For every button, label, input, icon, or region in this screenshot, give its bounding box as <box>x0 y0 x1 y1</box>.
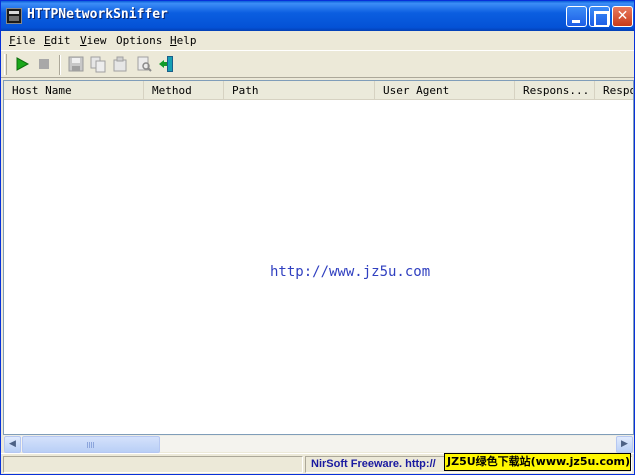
watermark-badge: JZ5U绿色下载站(www.jz5u.com) <box>444 453 631 471</box>
close-icon: ✕ <box>616 8 629 24</box>
title-bar[interactable]: HTTPNetworkSniffer ✕ <box>1 1 634 31</box>
menu-help[interactable]: Help <box>170 34 197 47</box>
scroll-thumb[interactable] <box>22 436 160 453</box>
maximize-button[interactable] <box>589 6 610 27</box>
menu-options[interactable]: Options <box>116 34 162 47</box>
column-path[interactable]: Path <box>224 81 375 99</box>
column-response-2[interactable]: Respon <box>595 81 633 99</box>
watermark-text: http://www.jz5u.com <box>270 264 431 280</box>
column-user-agent[interactable]: User Agent <box>375 81 515 99</box>
window-title: HTTPNetworkSniffer <box>27 7 168 22</box>
column-response[interactable]: Respons... <box>515 81 595 99</box>
app-icon[interactable] <box>6 8 22 24</box>
start-capture-icon[interactable] <box>13 55 31 73</box>
minimize-button[interactable] <box>566 6 587 27</box>
stop-capture-icon[interactable] <box>35 55 53 73</box>
menu-bar: File Edit View Options Help <box>1 31 634 50</box>
toolbar-grip[interactable] <box>4 54 7 75</box>
toolbar-separator <box>59 55 61 75</box>
horizontal-scrollbar[interactable]: ◀ ▶ <box>4 435 633 453</box>
close-button[interactable]: ✕ <box>612 6 633 27</box>
app-window: HTTPNetworkSniffer ✕ File Edit View Opti… <box>0 0 635 475</box>
save-icon[interactable] <box>67 55 85 73</box>
column-host-name[interactable]: Host Name <box>4 81 144 99</box>
find-icon[interactable] <box>135 55 153 73</box>
status-panel-left <box>3 456 303 473</box>
requests-list[interactable]: Host Name Method Path User Agent Respons… <box>3 80 634 435</box>
copy-icon[interactable] <box>89 55 107 73</box>
list-header: Host Name Method Path User Agent Respons… <box>4 81 633 100</box>
toolbar <box>1 50 634 78</box>
properties-icon[interactable] <box>111 55 129 73</box>
nirsoft-link[interactable]: NirSoft Freeware. http:// <box>311 458 436 470</box>
menu-view[interactable]: View <box>80 34 107 47</box>
column-method[interactable]: Method <box>144 81 224 99</box>
menu-edit[interactable]: Edit <box>44 34 71 47</box>
exit-icon[interactable] <box>158 55 176 73</box>
scroll-left-button[interactable]: ◀ <box>4 436 21 453</box>
menu-file[interactable]: File <box>9 34 36 47</box>
scroll-right-button[interactable]: ▶ <box>616 436 633 453</box>
